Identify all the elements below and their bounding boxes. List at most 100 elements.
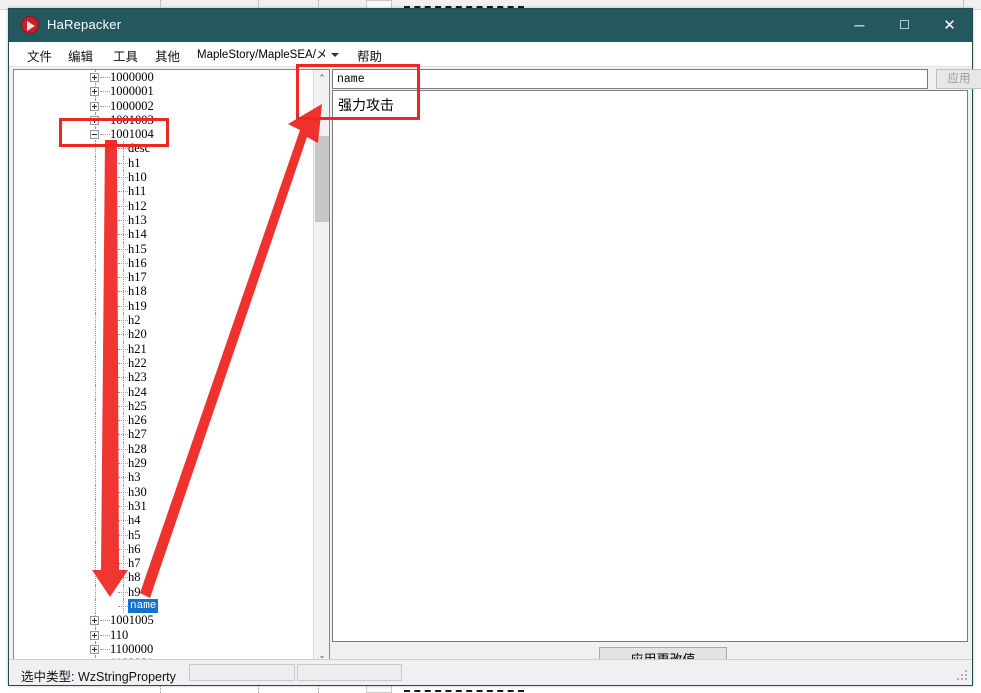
region-select-value: MapleStory/MapleSEA/メ (197, 49, 325, 61)
close-icon[interactable]: ✕ (927, 9, 972, 42)
tree-guide-line (95, 527, 96, 542)
tree-node[interactable]: h25 (14, 398, 314, 414)
expand-icon[interactable] (90, 73, 99, 82)
tree-node[interactable]: h27 (14, 427, 314, 442)
tree-node[interactable]: h8 (14, 570, 314, 585)
tree-guide-line (95, 470, 96, 485)
tree-node[interactable]: h14 (14, 227, 314, 242)
tree-connector (118, 334, 128, 336)
tree-connector (100, 119, 110, 121)
resize-grip[interactable] (957, 670, 969, 682)
tree-node[interactable]: 1001004 (14, 127, 314, 142)
menu-item-other[interactable]: 其他 (155, 46, 180, 65)
expand-icon[interactable] (90, 630, 99, 640)
tree-guide-line (95, 413, 96, 428)
tree-node-label: h10 (128, 170, 147, 185)
tree-node[interactable]: h12 (14, 198, 314, 213)
tree-node-label: 1100000 (110, 641, 154, 656)
expand-icon[interactable] (90, 115, 99, 125)
tree-node[interactable]: h2 (14, 313, 314, 328)
tree-node[interactable]: h15 (14, 241, 314, 256)
tree-node[interactable]: h29 (14, 456, 314, 471)
tree-connector (118, 205, 128, 207)
tree-node[interactable]: h19 (14, 298, 314, 314)
tree-node[interactable]: h16 (14, 255, 314, 271)
tree-node[interactable]: name (14, 598, 314, 614)
tree-node[interactable]: h31 (14, 498, 314, 514)
bg-dashed-line-bottom (404, 690, 524, 692)
menu-item-file[interactable]: 文件 (27, 46, 52, 65)
tree-node[interactable]: h3 (14, 470, 314, 485)
tree-node[interactable]: h26 (14, 413, 314, 428)
scroll-up-icon[interactable]: ⌃ (314, 70, 329, 87)
tree-scrollbar[interactable]: ⌃ ⌄ (313, 70, 329, 664)
tree-node[interactable]: h23 (14, 370, 314, 385)
tree-node[interactable]: desc (14, 141, 314, 156)
tree-node[interactable]: 1000000 (14, 70, 314, 85)
tree-node[interactable]: h4 (14, 513, 314, 528)
tree-node-label: h13 (128, 212, 147, 227)
tree-guide-line (95, 584, 96, 599)
tree-guide-line (95, 270, 96, 285)
tree-node[interactable]: h30 (14, 484, 314, 499)
tree-connector (118, 348, 128, 350)
tree-connector (100, 634, 110, 636)
expand-icon[interactable] (90, 644, 99, 654)
tree-node[interactable]: 1000001 (14, 84, 314, 99)
property-editor-panel: 应用 应用更改值 (332, 69, 981, 672)
tree-node-label: h2 (128, 313, 141, 328)
tree-connector (118, 291, 128, 293)
tree-node[interactable]: h11 (14, 184, 314, 199)
tree-node[interactable]: 110 (14, 627, 314, 642)
tree-node[interactable]: h9 (14, 584, 314, 599)
menu-item-help[interactable]: 帮助 (357, 46, 382, 65)
region-select[interactable]: MapleStory/MapleSEA/メ (197, 45, 347, 63)
tree-scrollbar-thumb[interactable] (315, 136, 329, 222)
tree-guide-line (95, 370, 96, 385)
tree-node[interactable]: h20 (14, 327, 314, 342)
property-name-input[interactable] (332, 69, 928, 89)
tree-node-label: desc (128, 141, 151, 156)
tree-node[interactable]: h6 (14, 541, 314, 557)
tree-guide-line (95, 141, 96, 156)
menu-item-edit[interactable]: 编辑 (68, 46, 93, 65)
tree-node[interactable]: h13 (14, 212, 314, 228)
apply-button[interactable]: 应用 (936, 69, 981, 89)
tree-node[interactable]: 1100000 (14, 641, 314, 657)
expand-icon[interactable] (90, 616, 99, 626)
tree-guide-line (95, 341, 96, 356)
tree-connector (118, 305, 128, 307)
expand-icon[interactable] (90, 101, 99, 111)
tree-node[interactable]: h7 (14, 556, 314, 571)
tree-node-label: h6 (128, 541, 141, 556)
tree-node[interactable]: h22 (14, 355, 314, 371)
tree-connector (100, 620, 110, 622)
tree-node-label: 1000000 (110, 70, 154, 84)
tree-node[interactable]: h24 (14, 384, 314, 399)
menu-item-tools[interactable]: 工具 (113, 46, 138, 65)
tree-node[interactable]: h18 (14, 284, 314, 299)
tree-guide-line (95, 598, 96, 614)
expand-icon[interactable] (90, 87, 99, 97)
tree-connector (100, 134, 110, 136)
wz-tree[interactable]: 1000000 1000001 1000002 1001003 1001004 desc h… (14, 70, 314, 664)
tree-node[interactable]: 1000002 (14, 98, 314, 113)
tree-node[interactable]: 1001003 (14, 112, 314, 128)
tree-node[interactable]: h21 (14, 341, 314, 356)
tree-guide-line (95, 255, 96, 271)
tree-node-label: h24 (128, 384, 147, 399)
tree-connector (118, 191, 128, 193)
tree-node[interactable]: h28 (14, 441, 314, 457)
tree-node[interactable]: h1 (14, 155, 314, 171)
tree-node[interactable]: h17 (14, 270, 314, 285)
property-value-textarea[interactable] (332, 90, 968, 642)
tree-node[interactable]: h10 (14, 170, 314, 185)
tree-node-label: h17 (128, 270, 147, 285)
maximize-icon[interactable]: ☐ (882, 9, 927, 42)
tree-connector (118, 162, 128, 164)
minimize-icon[interactable]: ─ (837, 9, 882, 42)
tree-node[interactable]: h5 (14, 527, 314, 542)
tree-node[interactable]: 1001005 (14, 613, 314, 628)
tree-connector (100, 648, 110, 650)
collapse-icon[interactable] (90, 130, 99, 140)
